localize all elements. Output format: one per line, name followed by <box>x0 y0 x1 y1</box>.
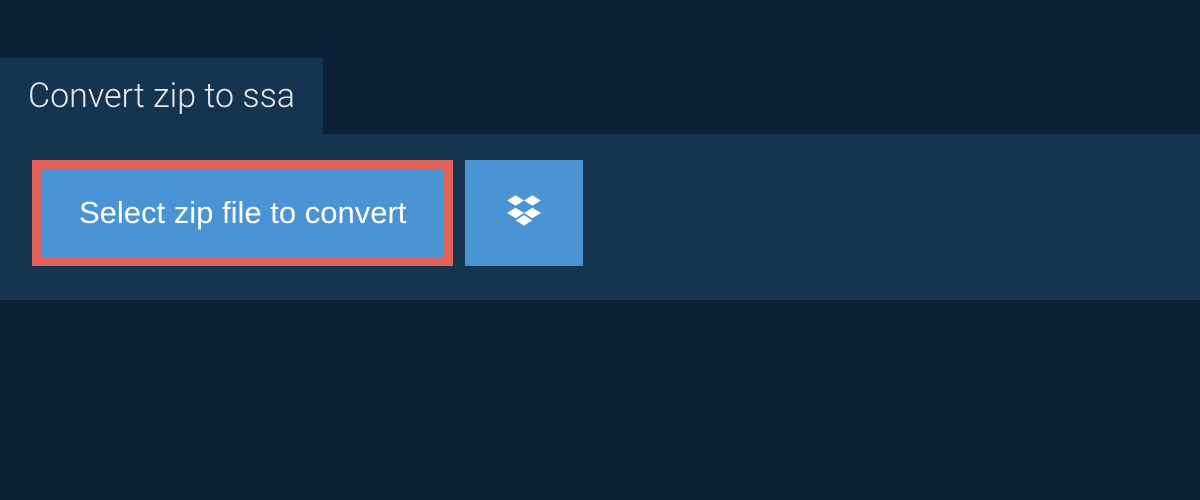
select-file-label: Select zip file to convert <box>79 195 406 231</box>
button-row: Select zip file to convert <box>32 160 1168 266</box>
tab-label: Convert zip to ssa <box>28 76 295 116</box>
dropbox-button[interactable] <box>465 160 583 266</box>
select-file-button[interactable]: Select zip file to convert <box>32 160 453 266</box>
conversion-panel: Select zip file to convert <box>0 134 1200 300</box>
dropbox-icon <box>503 191 545 236</box>
active-tab[interactable]: Convert zip to ssa <box>0 58 323 134</box>
